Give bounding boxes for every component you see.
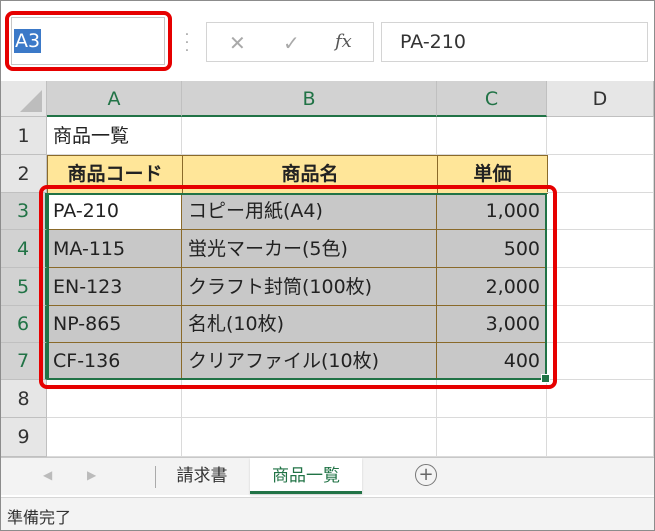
column-header-b[interactable]: B xyxy=(182,81,437,117)
cell-d3[interactable] xyxy=(547,193,654,230)
cell-b1[interactable] xyxy=(182,117,437,155)
sheet-tab-invoice[interactable]: 請求書 xyxy=(159,458,245,494)
cancel-icon[interactable]: ✕ xyxy=(229,31,246,55)
row-header-9[interactable]: 9 xyxy=(1,418,47,457)
cell-d2[interactable] xyxy=(547,155,654,193)
cell-d9[interactable] xyxy=(547,418,654,457)
column-header-c[interactable]: C xyxy=(437,81,547,117)
insert-function-icon[interactable]: fx xyxy=(335,31,352,52)
formula-content: PA-210 xyxy=(400,31,466,53)
formula-input[interactable]: PA-210 xyxy=(381,22,648,62)
formula-bar-grip[interactable]: · · · xyxy=(184,28,190,58)
column-header-d[interactable]: D xyxy=(547,81,654,117)
next-sheet-icon[interactable]: ▶ xyxy=(87,468,96,482)
select-all-icon xyxy=(20,90,42,112)
formula-bar-area: A3 · · · ✕ ✓ fx PA-210 xyxy=(1,1,654,76)
sheet-tab-bar: ◀ ▶ 請求書 商品一覧 + xyxy=(1,457,654,495)
column-header-a[interactable]: A xyxy=(47,81,182,117)
select-all-button[interactable] xyxy=(1,81,47,117)
excel-window: A3 · · · ✕ ✓ fx PA-210 A B C D 1 2 3 4 5 6… xyxy=(0,0,655,531)
cell-d4[interactable] xyxy=(547,230,654,268)
row-header-1[interactable]: 1 xyxy=(1,117,47,155)
cell-c9[interactable] xyxy=(437,418,547,457)
cell-a1[interactable]: 商品一覧 xyxy=(47,117,182,155)
range-highlight xyxy=(39,185,557,389)
cell-a9[interactable] xyxy=(47,418,182,457)
status-bar: 準備完了 xyxy=(1,497,654,530)
enter-icon[interactable]: ✓ xyxy=(283,31,300,55)
tab-divider xyxy=(155,466,156,488)
cell-d1[interactable] xyxy=(547,117,654,155)
formula-buttons: ✕ ✓ fx xyxy=(206,22,374,62)
name-box-highlight xyxy=(5,11,172,71)
cell-d8[interactable] xyxy=(547,380,654,418)
cell-d6[interactable] xyxy=(547,306,654,343)
sheet-tab-products[interactable]: 商品一覧 xyxy=(250,458,362,494)
cell-b9[interactable] xyxy=(182,418,437,457)
status-text: 準備完了 xyxy=(7,508,72,527)
add-sheet-icon[interactable]: + xyxy=(415,464,437,486)
prev-sheet-icon[interactable]: ◀ xyxy=(43,468,52,482)
cell-d7[interactable] xyxy=(547,343,654,380)
cell-d5[interactable] xyxy=(547,268,654,306)
cell-c1[interactable] xyxy=(437,117,547,155)
